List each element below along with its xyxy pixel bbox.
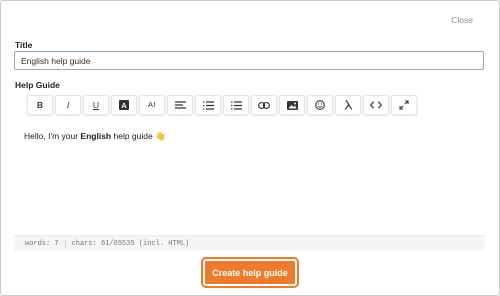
rich-text-editor[interactable]: B I U A AI Hello, I'm your English help … <box>14 93 485 253</box>
bold-button[interactable]: B <box>27 95 53 115</box>
font-color-icon: A <box>119 100 129 110</box>
content-bold-text: English <box>80 131 112 141</box>
link-icon <box>258 101 270 109</box>
font-size-button[interactable]: AI <box>139 95 165 115</box>
image-icon <box>286 100 298 110</box>
ordered-list-icon <box>202 100 214 110</box>
editor-toolbar: B I U A AI <box>27 95 417 115</box>
font-color-button[interactable]: A <box>111 95 137 115</box>
editor-content[interactable]: Hello, I'm your English help guide 👋 <box>24 131 166 142</box>
char-count: chars: 61/65535 (incl. HTML) <box>71 239 190 248</box>
bold-icon: B <box>36 99 44 110</box>
create-help-guide-button[interactable]: Create help guide <box>201 257 299 288</box>
close-button[interactable]: Close <box>451 15 473 25</box>
editor-status-bar: words: 7 chars: 61/65535 (incl. HTML) <box>14 235 485 251</box>
unordered-list-button[interactable] <box>223 95 249 115</box>
align-button[interactable] <box>167 95 193 115</box>
waving-hand-emoji: 👋 <box>155 131 166 141</box>
unordered-list-icon <box>230 100 242 110</box>
align-icon <box>174 100 186 109</box>
word-count: words: 7 <box>14 239 66 248</box>
formula-button[interactable] <box>335 95 361 115</box>
underline-icon: U <box>92 99 100 110</box>
italic-button[interactable]: I <box>55 95 81 115</box>
title-label: Title <box>15 40 33 50</box>
fullscreen-icon <box>399 100 409 110</box>
code-view-icon <box>370 101 382 109</box>
code-view-button[interactable] <box>363 95 389 115</box>
italic-icon: I <box>66 99 70 110</box>
emoji-icon <box>315 100 325 110</box>
content-text-suffix: help guide <box>111 131 156 141</box>
formula-icon <box>344 100 352 110</box>
font-size-icon: AI <box>147 100 157 110</box>
title-input[interactable] <box>14 51 484 70</box>
ordered-list-button[interactable] <box>195 95 221 115</box>
fullscreen-button[interactable] <box>391 95 417 115</box>
underline-button[interactable]: U <box>83 95 109 115</box>
help-guide-label: Help Guide <box>15 80 60 90</box>
image-button[interactable] <box>279 95 305 115</box>
emoji-button[interactable] <box>307 95 333 115</box>
link-button[interactable] <box>251 95 277 115</box>
content-text-prefix: Hello, I'm your <box>24 131 81 141</box>
